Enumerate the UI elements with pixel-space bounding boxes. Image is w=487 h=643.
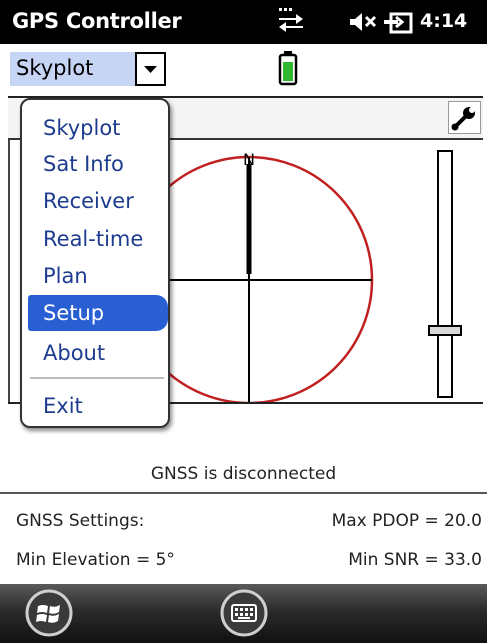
settings-button[interactable] (448, 101, 481, 134)
chevron-down-icon (144, 66, 157, 73)
menu-item-real-time[interactable]: Real-time (22, 221, 168, 257)
status-bar: GPS Controller 4:14 (0, 0, 487, 44)
north-label: N (243, 150, 255, 169)
keyboard-icon[interactable] (218, 587, 270, 639)
menu-item-plan[interactable]: Plan (22, 258, 168, 294)
volume-muted-icon (350, 13, 377, 31)
info-divider (0, 492, 487, 494)
panel-left-border (8, 140, 10, 402)
view-dropdown-menu: Skyplot Sat Info Receiver Real-time Plan… (20, 98, 170, 428)
wrench-icon (451, 107, 475, 131)
menu-divider (30, 377, 164, 379)
battery-icon (278, 51, 298, 86)
view-selector-value: Skyplot (16, 56, 94, 80)
app-title: GPS Controller (12, 9, 182, 33)
slider-thumb[interactable] (428, 325, 462, 336)
dropdown-button[interactable] (135, 52, 166, 86)
menu-item-about[interactable]: About (22, 335, 168, 371)
taskbar (0, 584, 487, 643)
menu-item-setup[interactable]: Setup (28, 295, 168, 331)
menu-item-exit[interactable]: Exit (22, 388, 168, 424)
power-plug-icon (384, 12, 413, 34)
slider-track (437, 150, 453, 398)
gnss-status-text: GNSS is disconnected (150, 464, 337, 484)
clock: 4:14 (420, 10, 468, 32)
view-selector[interactable]: Skyplot (10, 52, 166, 86)
windows-start-icon[interactable] (24, 587, 74, 639)
elevation-slider[interactable] (428, 150, 462, 398)
menu-item-receiver[interactable]: Receiver (22, 183, 168, 219)
min-elevation-value: Min Elevation = 5° (16, 550, 175, 570)
menu-item-sat-info[interactable]: Sat Info (22, 146, 168, 182)
toolbar: Skyplot (0, 44, 487, 92)
gnss-settings-label: GNSS Settings: (16, 511, 145, 531)
menu-item-skyplot[interactable]: Skyplot (22, 110, 168, 146)
max-pdop-value: Max PDOP = 20.0 (331, 511, 482, 531)
min-snr-value: Min SNR = 33.0 (348, 550, 482, 570)
data-connection-icon (279, 8, 303, 32)
